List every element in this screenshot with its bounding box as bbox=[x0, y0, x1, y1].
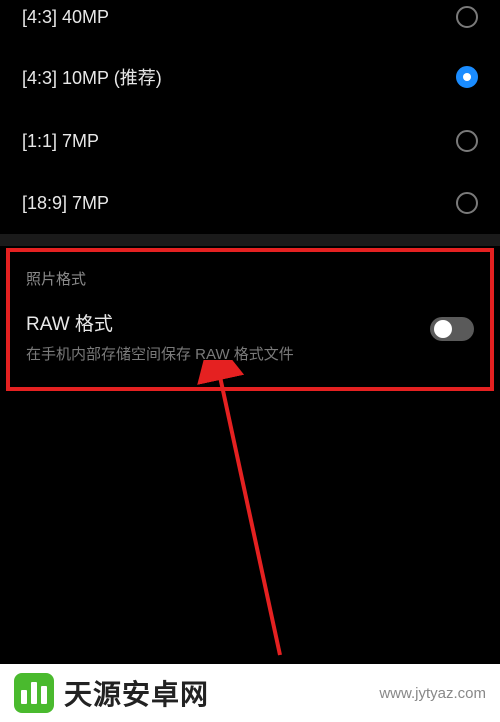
brand-url: www.jytyaz.com bbox=[379, 685, 486, 702]
raw-format-toggle-row[interactable]: RAW 格式 在手机内部存储空间保存 RAW 格式文件 bbox=[26, 309, 474, 365]
resolution-option-7mp-1-1[interactable]: [1:1] 7MP bbox=[0, 110, 500, 172]
toggle-switch-icon[interactable] bbox=[430, 317, 474, 341]
option-label: [4:3] 40MP bbox=[22, 7, 109, 28]
radio-selected-icon bbox=[456, 66, 478, 88]
section-divider bbox=[0, 234, 500, 246]
logo-icon bbox=[14, 673, 54, 713]
radio-icon bbox=[456, 6, 478, 28]
highlight-annotation: 照片格式 RAW 格式 在手机内部存储空间保存 RAW 格式文件 bbox=[6, 248, 494, 391]
resolution-option-40mp[interactable]: [4:3] 40MP bbox=[0, 0, 500, 44]
option-label: [4:3] 10MP (推荐) bbox=[22, 64, 162, 90]
settings-list: [4:3] 40MP [4:3] 10MP (推荐) [1:1] 7MP [18… bbox=[0, 0, 500, 234]
watermark: 天源安卓网 www.jytyaz.com bbox=[0, 664, 500, 722]
arrow-annotation-icon bbox=[0, 360, 500, 690]
radio-icon bbox=[456, 192, 478, 214]
option-label: [1:1] 7MP bbox=[22, 131, 99, 152]
radio-icon bbox=[456, 130, 478, 152]
option-label: [18:9] 7MP bbox=[22, 193, 109, 214]
section-title: 照片格式 bbox=[26, 268, 474, 289]
watermark-left: 天源安卓网 bbox=[14, 673, 209, 713]
resolution-option-7mp-18-9[interactable]: [18:9] 7MP bbox=[0, 172, 500, 234]
toggle-label: RAW 格式 bbox=[26, 309, 430, 336]
toggle-description: 在手机内部存储空间保存 RAW 格式文件 bbox=[26, 344, 430, 365]
brand-name: 天源安卓网 bbox=[64, 673, 209, 713]
toggle-text: RAW 格式 在手机内部存储空间保存 RAW 格式文件 bbox=[26, 309, 430, 365]
resolution-option-10mp[interactable]: [4:3] 10MP (推荐) bbox=[0, 44, 500, 110]
